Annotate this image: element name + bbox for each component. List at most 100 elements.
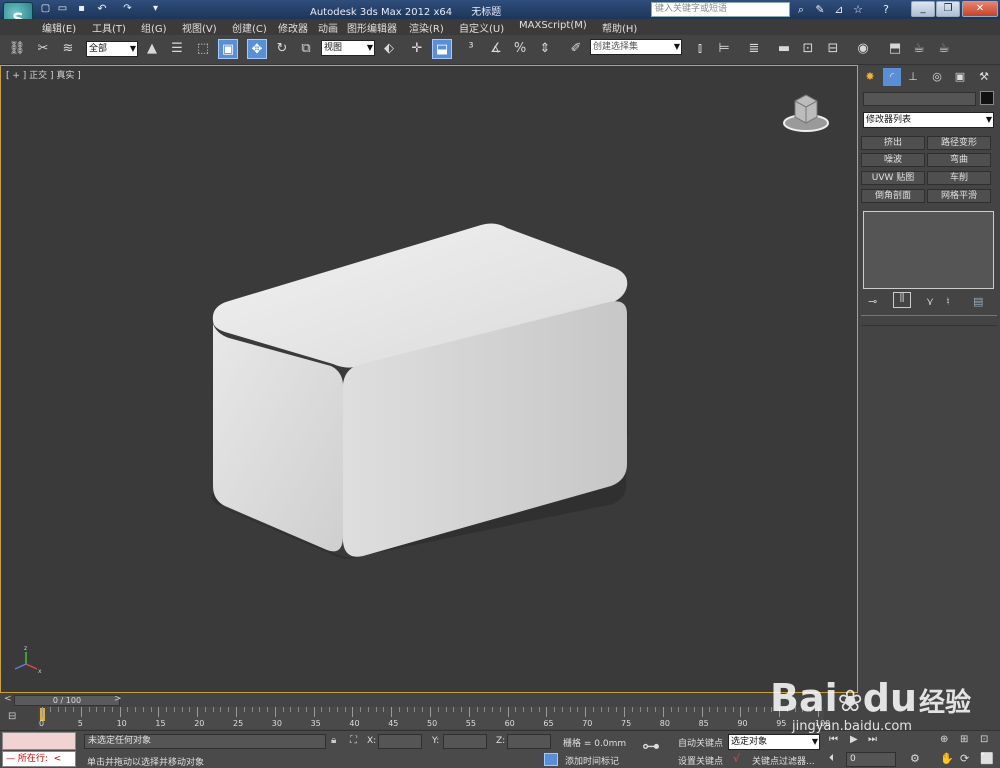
menu-edit[interactable]: 编辑(E) [42,20,76,35]
bind-spacewarp-icon[interactable]: ≋ [58,39,78,59]
make-unique-icon[interactable]: ⋎ [926,295,934,308]
menu-help[interactable]: 帮助(H) [602,20,637,35]
display-tab-icon[interactable]: ▣ [951,68,969,86]
menu-tools[interactable]: 工具(T) [92,20,126,35]
window-crossing-icon[interactable]: ▣ [218,39,238,59]
layer-manager-icon[interactable]: ≣ [744,39,764,59]
play-icon[interactable]: ▶ [850,734,858,745]
redo-icon[interactable]: ↷ [120,2,135,16]
curve-editor-icon[interactable]: ⊡ [798,39,818,59]
path-deform-button[interactable]: 路径变形 [927,136,991,150]
binoculars-icon[interactable]: ⌕ [793,2,809,17]
uvw-map-button[interactable]: UVW 贴图 [861,171,925,185]
time-slider[interactable]: 0 / 100 [14,695,120,706]
utilities-tab-icon[interactable]: ⚒ [975,68,993,86]
track-bar[interactable]: 0 5 10 15 20 25 30 35 40 45 50 55 60 65 70 75 80 85 90 95 10… [38,707,830,729]
meshsmooth-button[interactable]: 网格平滑 [927,189,991,203]
set-key-icon[interactable]: ⊶ [642,736,660,757]
percent-snap-icon[interactable]: % [510,39,530,59]
object-color-swatch[interactable] [980,91,994,105]
selection-filter-dropdown[interactable]: 全部 ▼ [86,41,138,57]
configure-sets-icon[interactable]: ▤ [973,295,983,308]
orbit-icon[interactable]: ⟳ [960,752,969,765]
remove-modifier-icon[interactable]: ♮ [946,295,950,308]
menu-modifiers[interactable]: 修改器 [278,20,308,35]
save-file-icon[interactable]: ▪ [74,2,89,16]
add-time-tag[interactable]: 添加时间标记 [565,754,619,767]
hierarchy-tab-icon[interactable]: ⊥ [904,68,922,86]
undo-icon[interactable]: ↶ [95,2,109,16]
help-icon[interactable]: ? [878,2,894,17]
zoom-extents-icon[interactable]: ⊡ [980,734,988,745]
x-coordinate-field[interactable] [378,734,422,749]
auto-key-button[interactable]: 自动关键点 [678,736,723,749]
extrude-button[interactable]: 挤出 [861,136,925,150]
maximize-viewport-icon[interactable]: ⬜ [980,752,994,765]
link-icon[interactable]: ⛓ [7,39,27,59]
restore-button[interactable]: ❐ [936,1,960,17]
open-file-icon[interactable]: ▭ [55,2,70,16]
tools-icon[interactable]: ✎ [812,2,828,17]
keyboard-shortcut-icon[interactable]: ⬓ [432,39,452,59]
key-mode-dropdown[interactable]: 选定对象 ▼ [728,734,820,750]
zoom-icon[interactable]: ⊕ [940,734,948,745]
modifier-list-dropdown[interactable]: 修改器列表 ▼ [863,112,994,128]
angle-snap-icon[interactable]: ∡ [486,39,506,59]
modifier-stack-list[interactable] [863,211,994,289]
show-end-result-icon[interactable]: ⫼ [893,292,911,308]
time-slider-prev-icon[interactable]: < [4,694,12,704]
edit-named-selection-icon[interactable]: ✐ [566,39,586,59]
ref-coord-dropdown[interactable]: 视图 ▼ [321,40,375,56]
menu-views[interactable]: 视图(V) [182,20,217,35]
render-setup-icon[interactable]: ⬒ [885,39,905,59]
menu-customize[interactable]: 自定义(U) [459,20,504,35]
menu-animation[interactable]: 动画 [318,20,338,35]
menu-graph-editors[interactable]: 图形编辑器 [347,20,397,35]
unlink-icon[interactable]: ✂ [33,39,53,59]
object-name-field[interactable] [863,92,976,106]
mirror-icon[interactable]: ⫾ [690,39,710,59]
lock-selection-icon[interactable]: 🔒︎ [331,735,336,746]
select-scale-icon[interactable]: ⧉ [296,39,316,59]
bevel-profile-button[interactable]: 倒角剖面 [861,189,925,203]
menu-create[interactable]: 创建(C) [232,20,267,35]
current-frame-field[interactable]: 0 [846,752,896,767]
go-to-end-icon[interactable]: ⏭ [868,734,877,745]
named-selection-dropdown[interactable]: 创建选择集 ▼ [590,39,682,55]
search-input[interactable]: 键入关键字或短语 [651,2,790,17]
motion-tab-icon[interactable]: ◎ [928,68,946,86]
menu-maxscript[interactable]: MAXScript(M) [519,20,587,31]
align-icon[interactable]: ⊨ [714,39,734,59]
new-file-icon[interactable]: ▢ [38,2,53,16]
lathe-button[interactable]: 车削 [927,171,991,185]
select-move-icon[interactable]: ✥ [247,39,267,59]
maxscript-listener[interactable] [2,732,76,750]
z-coordinate-field[interactable] [507,734,551,749]
time-config-icon[interactable]: ⚙ [910,752,920,765]
absolute-mode-icon[interactable]: ⛶ [350,735,357,746]
render-frame-icon[interactable]: ☕ [909,39,929,59]
manipulate-icon[interactable]: ✛ [407,39,427,59]
pan-icon[interactable]: ✋ [940,752,954,765]
select-rotate-icon[interactable]: ↻ [272,39,292,59]
pin-stack-icon[interactable]: ⊸ [868,295,877,308]
star-icon[interactable]: ☆ [850,2,866,17]
set-key-button[interactable]: 设置关键点 [678,754,723,767]
pin-icon[interactable]: ⊿ [831,2,847,17]
time-slider-next-icon[interactable]: > [114,694,122,704]
y-coordinate-field[interactable] [443,734,487,749]
quick-access-dropdown-icon[interactable]: ▾ [148,2,163,16]
perspective-viewport[interactable]: [ + ] 正交 ] 真实 ] z x [0,65,858,693]
close-button[interactable]: ✕ [962,1,998,17]
zoom-all-icon[interactable]: ⊞ [960,734,968,745]
graphite-icon[interactable]: ▬ [774,39,794,59]
bend-button[interactable]: 弯曲 [927,153,991,167]
select-object-icon[interactable]: ▲ [142,39,162,59]
menu-group[interactable]: 组(G) [141,20,167,35]
menu-rendering[interactable]: 渲染(R) [409,20,444,35]
trackbar-toggle-icon[interactable]: ⊟ [8,711,24,725]
go-to-start-icon[interactable]: ⏮ [829,734,838,745]
pivot-center-icon[interactable]: ⬖ [379,39,399,59]
minimize-button[interactable]: _ [911,1,935,17]
snap-3d-icon[interactable]: ³ [461,39,481,59]
